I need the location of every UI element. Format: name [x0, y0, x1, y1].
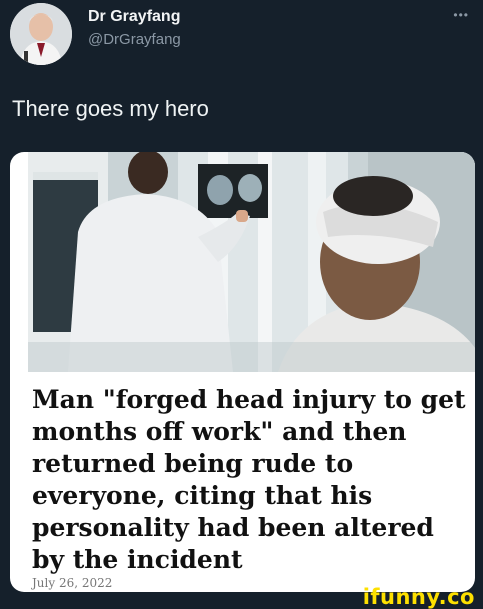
article-card[interactable]: Man "forged head injury to get months of…	[10, 152, 475, 592]
article-date: July 26, 2022	[32, 576, 113, 590]
tweet-text: There goes my hero	[12, 96, 209, 121]
avatar[interactable]	[10, 3, 72, 65]
article-photo	[28, 152, 475, 372]
more-dots-icon[interactable]: •••	[453, 8, 469, 22]
author-handle[interactable]: @DrGrayfang	[88, 31, 181, 48]
article-headline[interactable]: Man "forged head injury to get months of…	[32, 384, 470, 576]
tweet-header: Dr Grayfang @DrGrayfang •••	[0, 0, 483, 70]
author-display-name[interactable]: Dr Grayfang	[88, 8, 180, 26]
ifunny-watermark: ifunny.co	[362, 585, 475, 609]
doctor-portrait-image	[10, 3, 72, 65]
